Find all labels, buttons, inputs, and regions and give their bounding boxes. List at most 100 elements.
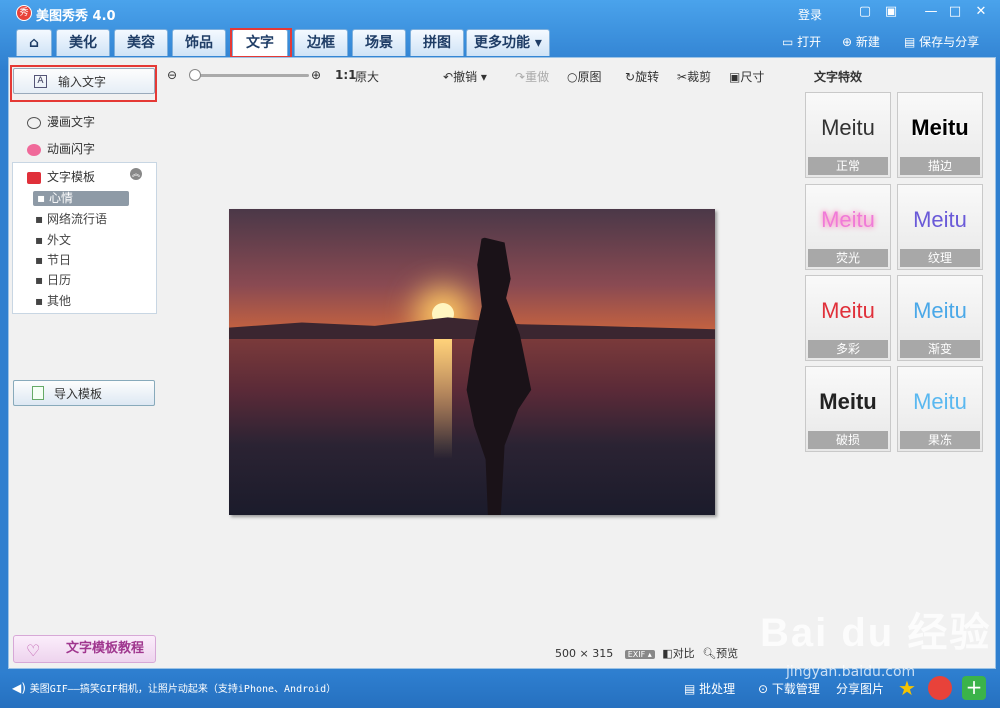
tutorial-button[interactable]: ♡ 文字模板教程: [13, 635, 156, 663]
ratio-button[interactable]: 1:1: [335, 68, 357, 82]
effect-label: 正常: [808, 157, 888, 175]
crop-button[interactable]: ✂裁剪: [677, 68, 711, 85]
effect-tile[interactable]: Meitu 破损: [805, 366, 891, 452]
template-item-label: 日历: [46, 273, 71, 287]
add-icon[interactable]: +: [962, 676, 986, 700]
ticker-text: 美图GIF——搞笑GIF相机，让照片动起来（支持iPhone、Android）: [29, 684, 337, 695]
effect-tile[interactable]: Meitu 果冻: [897, 366, 983, 452]
effect-tile[interactable]: Meitu 渐变: [897, 275, 983, 361]
effect-label: 纹理: [900, 249, 980, 267]
download-label: 下载管理: [771, 682, 820, 696]
close-button[interactable]: ✕: [972, 4, 990, 20]
share-label: 分享图片: [836, 682, 885, 696]
tab-beautify[interactable]: 美化: [56, 29, 110, 56]
import-template-button[interactable]: 导入模板: [13, 380, 155, 406]
original-size-button[interactable]: 原大: [355, 68, 379, 85]
photo-reflection: [434, 339, 452, 459]
tab-more-label: 更多功能: [474, 35, 531, 51]
minimize-button[interactable]: —: [922, 4, 940, 20]
template-item[interactable]: ▪ 其他: [35, 292, 71, 309]
app-logo-icon: 秀: [16, 5, 32, 21]
zoom-slider[interactable]: [189, 69, 309, 81]
template-item[interactable]: ▪ 日历: [35, 271, 71, 288]
template-item[interactable]: ▪ 外文: [35, 231, 71, 248]
compare-button[interactable]: ◧对比: [662, 647, 694, 660]
login-link[interactable]: 登录: [798, 6, 822, 23]
tab-more[interactable]: 更多功能 ▾: [466, 29, 550, 56]
new-button[interactable]: ⊕ 新建: [842, 33, 880, 50]
save-share-button[interactable]: ▤ 保存与分享: [904, 33, 979, 50]
template-item[interactable]: ▪ 心情: [33, 191, 129, 206]
download-button[interactable]: ⊙ 下载管理: [758, 680, 820, 697]
share-button[interactable]: 分享图片: [836, 680, 884, 697]
tab-accessories[interactable]: 饰品: [172, 29, 226, 56]
effect-label: 荧光: [808, 249, 888, 267]
rotate-button[interactable]: ↻旋转: [625, 68, 659, 85]
effect-tile[interactable]: Meitu 多彩: [805, 275, 891, 361]
effect-tile[interactable]: Meitu 荧光: [805, 184, 891, 270]
size-button[interactable]: ▣尺寸: [729, 68, 764, 85]
home-icon: ⌂: [28, 35, 40, 51]
effect-tile[interactable]: Meitu 正常: [805, 92, 891, 178]
template-item-label: 节日: [46, 253, 71, 267]
speech-bubble-icon: [27, 116, 41, 129]
redo-label: 重做: [525, 70, 550, 84]
batch-button[interactable]: ▤ 批处理: [684, 680, 735, 697]
comic-text-item[interactable]: 漫画文字: [27, 113, 95, 130]
tab-scene[interactable]: 场景: [352, 29, 406, 56]
canvas-photo[interactable]: [229, 209, 715, 515]
heart-icon: [27, 143, 41, 156]
preview-label: 预览: [716, 647, 739, 660]
zoom-out-icon[interactable]: ⊖: [167, 68, 177, 82]
rotate-icon: ↻: [625, 70, 636, 84]
message-icon[interactable]: ▢: [856, 4, 874, 20]
tab-frame[interactable]: 边框: [294, 29, 348, 56]
zoom-in-icon[interactable]: ⊕: [311, 68, 321, 82]
zoom-slider-handle[interactable]: [189, 69, 201, 81]
undo-icon: ↶: [443, 70, 454, 84]
size-label: 尺寸: [740, 70, 765, 84]
download-icon: ⊙: [758, 682, 769, 696]
times-sign: ×: [579, 647, 589, 660]
chevron-down-icon: ▾: [534, 35, 542, 51]
skin-icon[interactable]: ▣: [882, 4, 900, 20]
exif-button[interactable]: EXIF ▴: [624, 650, 655, 659]
maximize-button[interactable]: □: [946, 4, 964, 20]
undo-button[interactable]: ↶撤销 ▾: [443, 68, 487, 85]
ticker[interactable]: ◀) 美图GIF——搞笑GIF相机，让照片动起来（支持iPhone、Androi…: [12, 680, 336, 695]
batch-label: 批处理: [699, 682, 736, 696]
image-status: 500 × 315 EXIF ▴ ◧对比 🔍︎预览: [555, 645, 738, 661]
open-button[interactable]: ▭ 打开: [782, 33, 821, 50]
template-item[interactable]: ▪ 节日: [35, 251, 71, 268]
watermark-url: jingyan.baidu.com: [786, 664, 916, 680]
effect-sample-text: Meitu: [821, 115, 875, 140]
collapse-icon[interactable]: ︽: [130, 168, 142, 180]
circle-icon: ○: [567, 70, 578, 84]
original-button[interactable]: ○原图: [567, 68, 602, 85]
effect-tile[interactable]: Meitu 纹理: [897, 184, 983, 270]
effect-label: 果冻: [900, 431, 980, 449]
speaker-icon: ◀): [12, 681, 26, 695]
tab-makeup[interactable]: 美容: [114, 29, 168, 56]
anim-text-item[interactable]: 动画闪字: [27, 140, 95, 157]
template-header-label: 文字模板: [47, 170, 96, 184]
compare-label: 对比: [672, 647, 695, 660]
template-header[interactable]: 文字模板: [27, 168, 95, 185]
effect-label: 渐变: [900, 340, 980, 358]
chevron-down-icon: ▾: [480, 70, 487, 84]
tab-collage[interactable]: 拼图: [410, 29, 464, 56]
weibo-icon[interactable]: [928, 676, 952, 700]
redo-button[interactable]: ↷重做: [515, 68, 549, 85]
effect-sample-text: Meitu: [913, 298, 967, 323]
plus-circle-icon: ⊕: [842, 35, 853, 49]
preview-button[interactable]: 🔍︎预览: [702, 647, 738, 660]
rotate-label: 旋转: [635, 70, 660, 84]
save-icon: ▤: [904, 35, 916, 49]
highlight-input-text: [10, 65, 157, 102]
template-item[interactable]: ▪ 网络流行语: [35, 210, 107, 227]
tab-home[interactable]: ⌂: [16, 29, 52, 56]
crop-label: 裁剪: [687, 70, 712, 84]
effect-tile[interactable]: Meitu 描边: [897, 92, 983, 178]
effect-label: 多彩: [808, 340, 888, 358]
image-height: 315: [592, 647, 614, 660]
